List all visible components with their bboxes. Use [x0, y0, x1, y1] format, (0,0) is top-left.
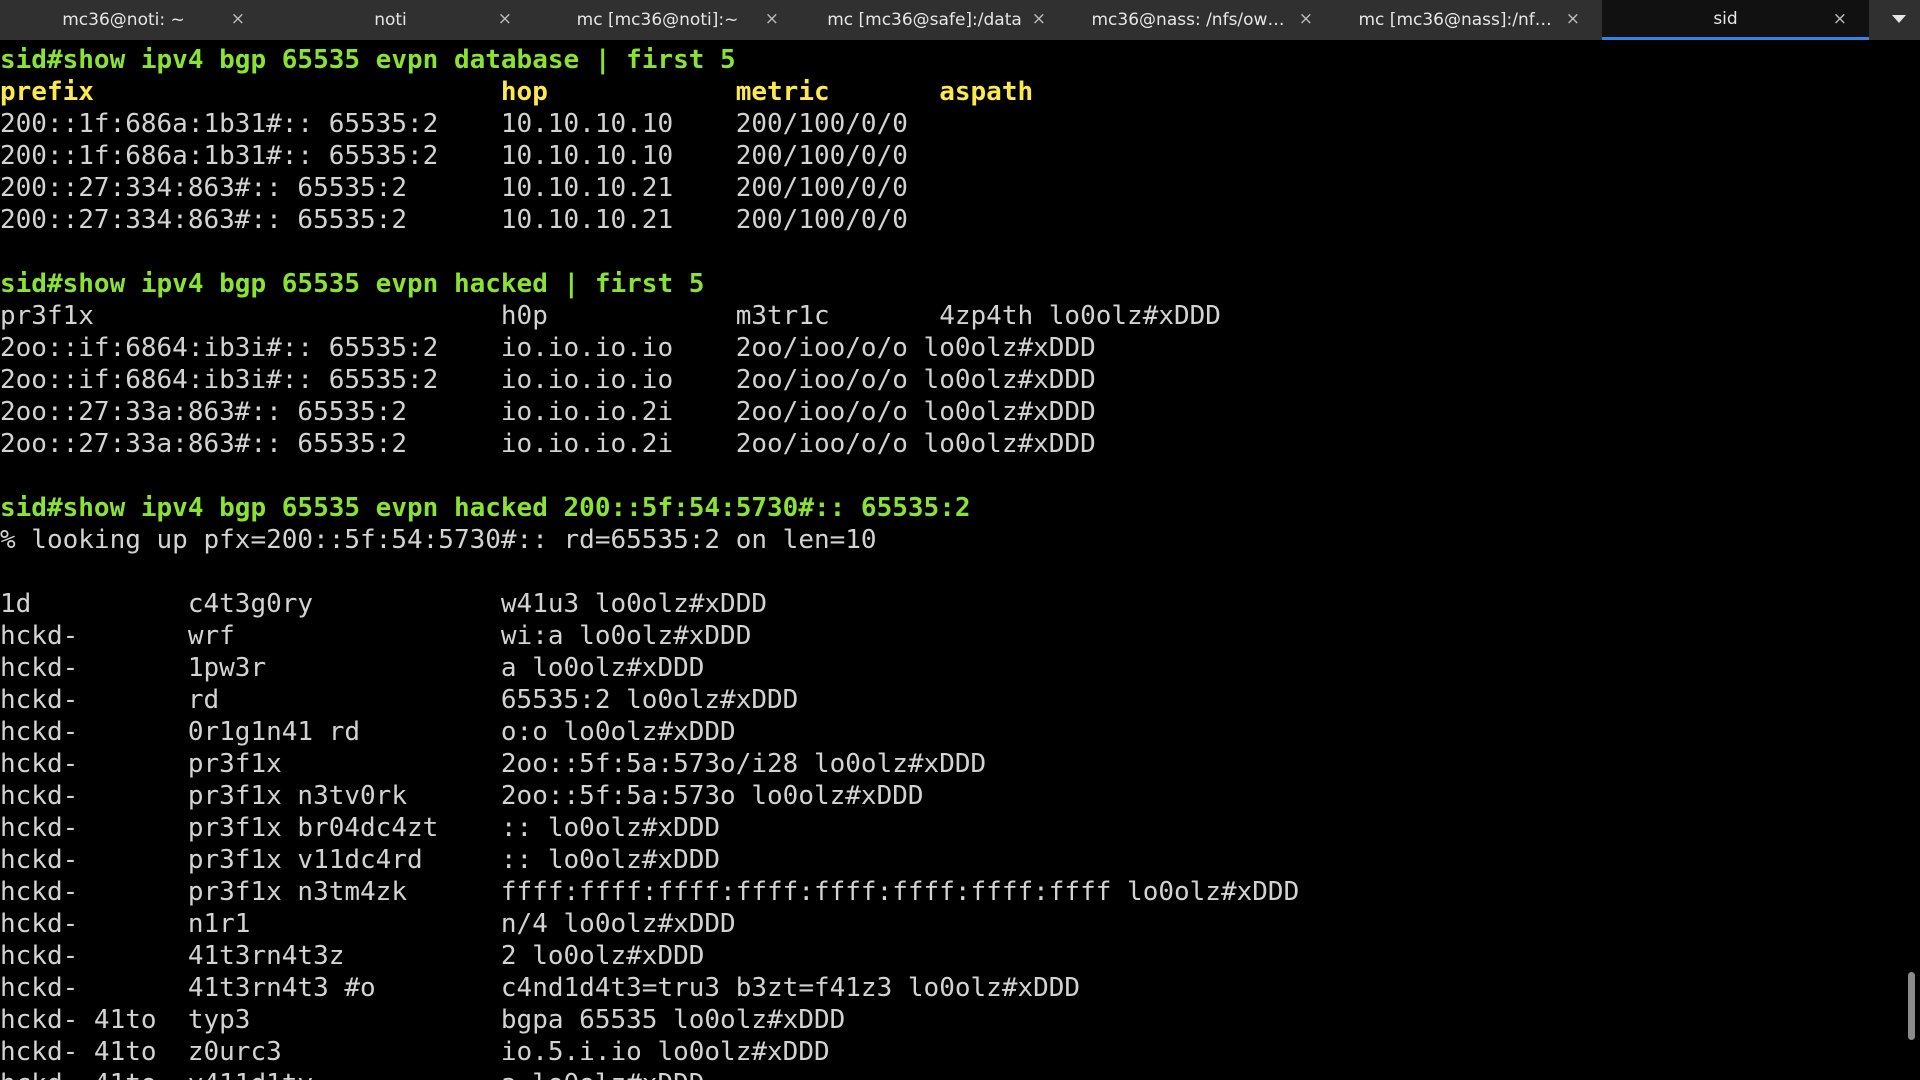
close-icon[interactable]: × — [1833, 9, 1847, 29]
output-line: % looking up pfx=200::5f:54:5730#:: rd=6… — [0, 525, 877, 555]
tab-bar: mc36@noti: ~ × noti × mc [mc36@noti]:~ ×… — [0, 0, 1920, 40]
output-line: hckd- pr3f1x v11dc4rd :: lo0olz#xDDD — [0, 845, 721, 875]
command-line: sid#show ipv4 bgp 65535 evpn hacked | fi… — [0, 269, 705, 299]
close-icon[interactable]: × — [1299, 9, 1313, 29]
tab-2[interactable]: mc [mc36@noti]:~ × — [534, 0, 801, 40]
output-line: 200::27:334:863#:: 65535:2 10.10.10.21 2… — [0, 205, 908, 235]
tab-label: mc [mc36@noti]:~ — [576, 10, 739, 30]
tab-label: sid — [1713, 8, 1738, 29]
output-line: pr3f1x h0p m3tr1c 4zp4th lo0olz#xDDD — [0, 301, 1221, 331]
output-line: hckd- 41to z0urc3 io.5.i.io lo0olz#xDDD — [0, 1037, 830, 1067]
tab-4[interactable]: mc36@nass: /nfs/own/… × — [1068, 0, 1335, 40]
command-line: sid#show ipv4 bgp 65535 evpn database | … — [0, 45, 736, 75]
close-icon[interactable]: × — [1566, 9, 1580, 29]
output-line: hckd- 0r1g1n41 rd o:o lo0olz#xDDD — [0, 717, 736, 747]
close-icon[interactable]: × — [765, 9, 779, 29]
output-line: hckd- n1r1 n/4 lo0olz#xDDD — [0, 909, 736, 939]
output-line: hckd- 1pw3r a lo0olz#xDDD — [0, 653, 705, 683]
close-icon[interactable]: × — [231, 9, 245, 29]
output-line: hckd- 41t3rn4t3z 2 lo0olz#xDDD — [0, 941, 705, 971]
output-line: 1d c4t3g0ry w41u3 lo0olz#xDDD — [0, 589, 768, 619]
tab-1[interactable]: noti × — [267, 0, 534, 40]
output-line: hckd- 41to typ3 bgpa 65535 lo0olz#xDDD — [0, 1005, 846, 1035]
output-line: 200::1f:686a:1b31#:: 65535:2 10.10.10.10… — [0, 109, 908, 139]
output-line: hckd- rd 65535:2 lo0olz#xDDD — [0, 685, 799, 715]
scrollbar-track[interactable] — [1902, 44, 1920, 1080]
tab-label: noti — [374, 10, 407, 30]
table-header-line: prefix hop metric aspath — [0, 77, 1034, 107]
output-line: hckd- pr3f1x n3tv0rk 2oo::5f:5a:573o lo0… — [0, 781, 924, 811]
output-line: 200::1f:686a:1b31#:: 65535:2 10.10.10.10… — [0, 141, 908, 171]
output-line: hckd- 41to v411d1ty a lo0olz#xDDD — [0, 1068, 1900, 1080]
tab-3[interactable]: mc [mc36@safe]:/data × — [801, 0, 1068, 40]
tab-label: mc36@noti: ~ — [62, 10, 185, 30]
output-line: hckd- 41t3rn4t3 #o c4nd1d4t3=tru3 b3zt=f… — [0, 973, 1081, 1003]
output-line: hckd- pr3f1x br04dc4zt :: lo0olz#xDDD — [0, 813, 721, 843]
tab-5[interactable]: mc [mc36@nass]:/nfs/… × — [1335, 0, 1602, 40]
tab-0[interactable]: mc36@noti: ~ × — [0, 0, 267, 40]
output-line: hckd- wrf wi:a lo0olz#xDDD — [0, 621, 752, 651]
output-line: hckd- pr3f1x n3tm4zk ffff:ffff:ffff:ffff… — [0, 877, 1300, 907]
output-line: 2oo::27:33a:863#:: 65535:2 io.io.io.2i 2… — [0, 429, 1096, 459]
output-line: 2oo::if:6864:ib3i#:: 65535:2 io.io.io.io… — [0, 365, 1096, 395]
tab-overflow-chevron-down-icon[interactable] — [1892, 15, 1906, 23]
output-line: 200::27:334:863#:: 65535:2 10.10.10.21 2… — [0, 173, 908, 203]
output-line: 2oo::if:6864:ib3i#:: 65535:2 io.io.io.io… — [0, 333, 1096, 363]
output-line: 2oo::27:33a:863#:: 65535:2 io.io.io.2i 2… — [0, 397, 1096, 427]
output-line: hckd- pr3f1x 2oo::5f:5a:573o/i28 lo0olz#… — [0, 749, 987, 779]
tab-label: mc [mc36@nass]:/nfs/… — [1358, 10, 1559, 30]
command-line: sid#show ipv4 bgp 65535 evpn hacked 200:… — [0, 493, 971, 523]
close-icon[interactable]: × — [498, 9, 512, 29]
tab-label: mc [mc36@safe]:/data — [827, 10, 1022, 30]
terminal-output[interactable]: sid#show ipv4 bgp 65535 evpn database | … — [0, 44, 1900, 1080]
scrollbar-thumb[interactable] — [1908, 972, 1915, 1040]
close-icon[interactable]: × — [1032, 9, 1046, 29]
tab-6-active[interactable]: sid × — [1602, 0, 1869, 40]
tab-label: mc36@nass: /nfs/own/… — [1091, 10, 1292, 30]
